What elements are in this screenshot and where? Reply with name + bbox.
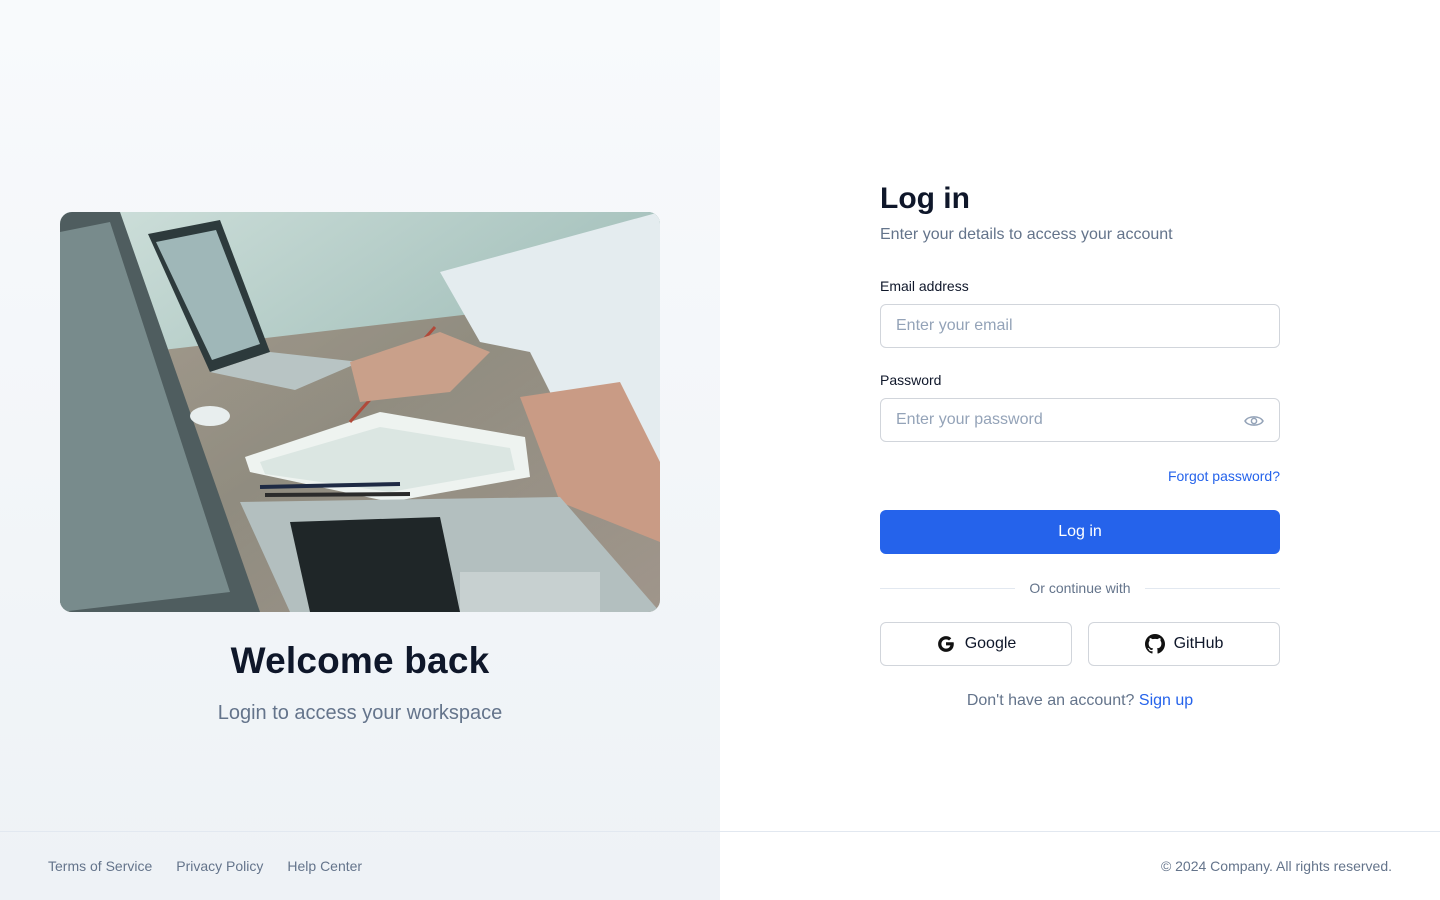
password-field-box bbox=[880, 398, 1280, 442]
email-field[interactable] bbox=[881, 305, 1279, 347]
left-panel: Welcome back Login to access your worksp… bbox=[0, 0, 720, 900]
google-label: Google bbox=[964, 635, 1017, 652]
copyright-text: © 2024 Company. All rights reserved. bbox=[1160, 858, 1392, 874]
password-label: Password bbox=[880, 372, 942, 388]
google-button[interactable]: Google bbox=[880, 622, 1072, 666]
signup-prompt: Don't have an account? bbox=[966, 692, 1135, 709]
forgot-row: Forgot password? bbox=[880, 468, 1280, 486]
google-icon bbox=[936, 634, 956, 654]
signup-row: Don't have an account? Sign up bbox=[880, 692, 1280, 710]
github-icon bbox=[1144, 634, 1165, 654]
help-center-link[interactable]: Help Center bbox=[287, 858, 362, 874]
left-footer: Terms of Service Privacy Policy Help Cen… bbox=[0, 831, 720, 900]
form-subtitle: Enter your details to access your accoun… bbox=[880, 226, 1173, 243]
right-footer: © 2024 Company. All rights reserved. bbox=[720, 831, 1440, 900]
social-divider: Or continue with bbox=[880, 576, 1281, 600]
eye-icon[interactable] bbox=[1243, 411, 1265, 431]
signup-link[interactable]: Sign up bbox=[1139, 692, 1193, 709]
terms-link[interactable]: Terms of Service bbox=[48, 858, 152, 874]
welcome-subtitle: Login to access your workspace bbox=[217, 702, 503, 724]
github-label: GitHub bbox=[1173, 635, 1224, 652]
email-label: Email address bbox=[880, 278, 969, 294]
forgot-password-link[interactable]: Forgot password? bbox=[1168, 468, 1280, 484]
right-panel: Log in Enter your details to access your… bbox=[720, 0, 1440, 900]
welcome-title: Welcome back bbox=[230, 640, 490, 681]
login-form: Log in Enter your details to access your… bbox=[880, 180, 1281, 710]
github-button[interactable]: GitHub bbox=[1088, 622, 1280, 666]
email-field-box bbox=[880, 304, 1280, 348]
privacy-link[interactable]: Privacy Policy bbox=[176, 858, 263, 874]
divider-text: Or continue with bbox=[1029, 580, 1131, 596]
divider-line-left bbox=[880, 587, 1016, 589]
login-button[interactable]: Log in bbox=[880, 510, 1280, 554]
form-title: Log in bbox=[880, 182, 970, 215]
social-buttons: Google GitHub bbox=[880, 622, 1280, 666]
divider-line-right bbox=[1144, 587, 1281, 589]
password-field[interactable] bbox=[881, 399, 1279, 441]
workspace-photo bbox=[60, 212, 660, 612]
